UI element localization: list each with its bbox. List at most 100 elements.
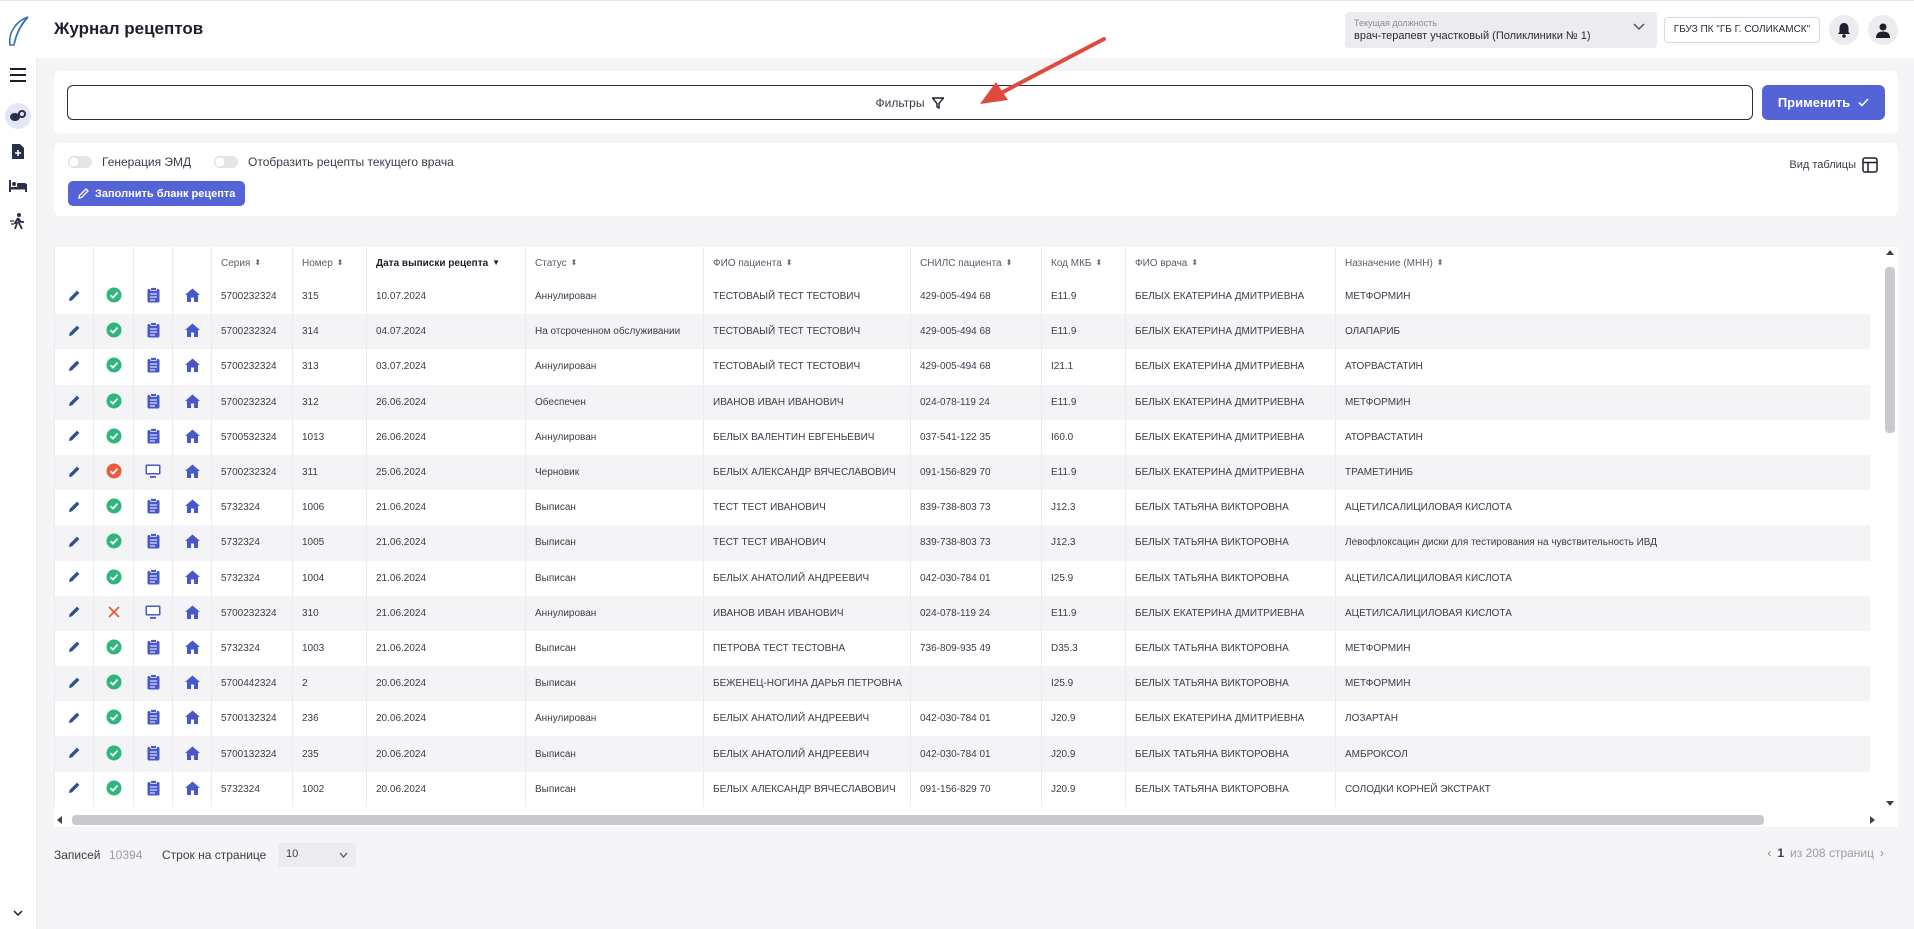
document-button[interactable] [133, 771, 173, 807]
toggle-switch[interactable] [214, 156, 238, 168]
document-button[interactable] [133, 630, 173, 667]
home-button[interactable] [172, 701, 212, 737]
edit-button[interactable] [54, 771, 94, 807]
table-row[interactable]: 5700532324 1013 26.06.2024 Аннулирован БЕЛЫХ… [54, 419, 1870, 455]
table-row[interactable]: 5732324 1002 20.06.2024 Выписан БЕЛЫХ АЛЕКСА… [54, 771, 1870, 807]
home-button[interactable] [172, 666, 212, 702]
col-header-patient[interactable]: ФИО пациента ⬍ [703, 247, 911, 279]
document-button[interactable] [133, 490, 173, 526]
document-button[interactable] [133, 279, 173, 315]
col-header-snils[interactable]: СНИЛС пациента ⬍ [910, 247, 1042, 279]
current-position-select[interactable]: Текущая должность врач-терапевт участков… [1345, 12, 1657, 48]
scroll-thumb[interactable] [1885, 267, 1895, 433]
col-header-number[interactable]: Номер ⬍ [292, 247, 367, 279]
edit-button[interactable] [54, 595, 94, 631]
sidebar-item-documents[interactable] [5, 138, 31, 164]
vertical-scrollbar[interactable] [1882, 249, 1896, 809]
col-header-drug[interactable]: Назначение (МНН) ⬍ [1335, 247, 1870, 279]
document-button[interactable] [133, 736, 173, 772]
filters-toggle-bar[interactable]: Фильтры [67, 85, 1753, 120]
status-indicator [93, 490, 134, 526]
col-header-status[interactable]: Статус ⬍ [525, 247, 704, 279]
table-view-button[interactable]: Вид таблицы [1789, 157, 1878, 173]
organization-button[interactable]: ГБУЗ ПК "ГБ Г. СОЛИКАМСК" [1664, 17, 1820, 43]
table-row[interactable]: 5700232324 312 26.06.2024 Обеспечен ИВАНОВ И… [54, 384, 1870, 420]
document-button[interactable] [133, 595, 173, 631]
table-row[interactable]: 5732324 1006 21.06.2024 Выписан ТЕСТ ТЕСТ ИВ… [54, 490, 1870, 526]
col-header-date[interactable]: Дата выписки рецепта ▼ [366, 247, 526, 279]
home-button[interactable] [172, 525, 212, 561]
table-row[interactable]: 5700132324 235 20.06.2024 Выписан БЕЛЫХ АНАТ… [54, 736, 1870, 772]
edit-button[interactable] [54, 630, 94, 667]
menu-toggle-button[interactable] [5, 62, 31, 88]
edit-button[interactable] [54, 349, 94, 385]
table-row[interactable]: 5732324 1005 21.06.2024 Выписан ТЕСТ ТЕСТ ИВ… [54, 525, 1870, 561]
home-button[interactable] [172, 736, 212, 772]
toggle-switch[interactable] [68, 156, 92, 168]
table-row[interactable]: 5700232324 314 04.07.2024 На отсроченном об… [54, 314, 1870, 350]
home-button[interactable] [172, 595, 212, 631]
table-row[interactable]: 5700232324 310 21.06.2024 Аннулирован ИВАНОВ… [54, 595, 1870, 631]
sidebar-expand-button[interactable] [5, 900, 31, 926]
rows-per-page-select[interactable]: 10 [278, 843, 356, 867]
emd-generation-toggle[interactable]: Генерация ЭМД [68, 155, 191, 169]
home-button[interactable] [172, 384, 212, 420]
home-button[interactable] [172, 771, 212, 807]
edit-button[interactable] [54, 490, 94, 526]
scroll-thumb[interactable] [72, 815, 1764, 825]
home-button[interactable] [172, 419, 212, 455]
document-button[interactable] [133, 454, 173, 491]
sidebar-item-prescriptions[interactable] [5, 103, 31, 129]
cell-status: Выписан [525, 630, 704, 667]
home-button[interactable] [172, 279, 212, 315]
edit-button[interactable] [54, 314, 94, 350]
scroll-right-icon[interactable] [1870, 816, 1876, 824]
horizontal-scrollbar[interactable] [54, 813, 1884, 827]
edit-button[interactable] [54, 701, 94, 737]
notifications-button[interactable] [1829, 15, 1859, 45]
document-button[interactable] [133, 560, 173, 596]
edit-button[interactable] [54, 384, 94, 420]
scroll-down-icon[interactable] [1886, 801, 1894, 807]
col-header-mkb[interactable]: Код МКБ ⬍ [1041, 247, 1126, 279]
table-row[interactable]: 5700442324 2 20.06.2024 Выписан БЕЖЕНЕЦ-НОГИ… [54, 666, 1870, 702]
apply-button[interactable]: Применить [1762, 85, 1885, 120]
scroll-left-icon[interactable] [56, 816, 62, 824]
document-button[interactable] [133, 525, 173, 561]
table-row[interactable]: 5700232324 315 10.07.2024 Аннулирован ТЕСТОВ… [54, 279, 1870, 315]
table-row[interactable]: 5732324 1004 21.06.2024 Выписан БЕЛЫХ АНАТОЛ… [54, 560, 1870, 596]
home-button[interactable] [172, 490, 212, 526]
home-button[interactable] [172, 454, 212, 491]
col-header-doctor[interactable]: ФИО врача ⬍ [1125, 247, 1336, 279]
table-row[interactable]: 5700132324 236 20.06.2024 Аннулирован БЕЛЫХ … [54, 701, 1870, 737]
edit-button[interactable] [54, 560, 94, 596]
document-button[interactable] [133, 419, 173, 455]
edit-button[interactable] [54, 525, 94, 561]
fill-prescription-button[interactable]: Заполнить бланк рецепта [68, 181, 246, 206]
prev-page-button[interactable]: ‹ [1767, 846, 1771, 860]
table-row[interactable]: 5700232324 311 25.06.2024 Черновик БЕЛЫХ АЛЕ… [54, 454, 1870, 491]
document-button[interactable] [133, 349, 173, 385]
home-button[interactable] [172, 560, 212, 596]
col-header-series[interactable]: Серия ⬍ [211, 247, 293, 279]
home-button[interactable] [172, 314, 212, 350]
edit-button[interactable] [54, 454, 94, 491]
document-button[interactable] [133, 314, 173, 350]
document-button[interactable] [133, 666, 173, 702]
user-profile-button[interactable] [1868, 15, 1898, 45]
edit-button[interactable] [54, 666, 94, 702]
document-button[interactable] [133, 384, 173, 420]
home-button[interactable] [172, 630, 212, 667]
next-page-button[interactable]: › [1880, 846, 1884, 860]
edit-button[interactable] [54, 279, 94, 315]
edit-button[interactable] [54, 419, 94, 455]
home-button[interactable] [172, 349, 212, 385]
sidebar-item-hospital[interactable] [5, 173, 31, 199]
sidebar-item-visits[interactable] [5, 208, 31, 234]
scroll-up-icon[interactable] [1886, 249, 1894, 255]
table-row[interactable]: 5700232324 313 03.07.2024 Аннулирован ТЕСТОВ… [54, 349, 1870, 385]
current-doctor-toggle[interactable]: Отобразить рецепты текущего врача [214, 155, 454, 169]
edit-button[interactable] [54, 736, 94, 772]
table-row[interactable]: 5732324 1003 21.06.2024 Выписан ПЕТРОВА ТЕСТ… [54, 630, 1870, 667]
document-button[interactable] [133, 701, 173, 737]
